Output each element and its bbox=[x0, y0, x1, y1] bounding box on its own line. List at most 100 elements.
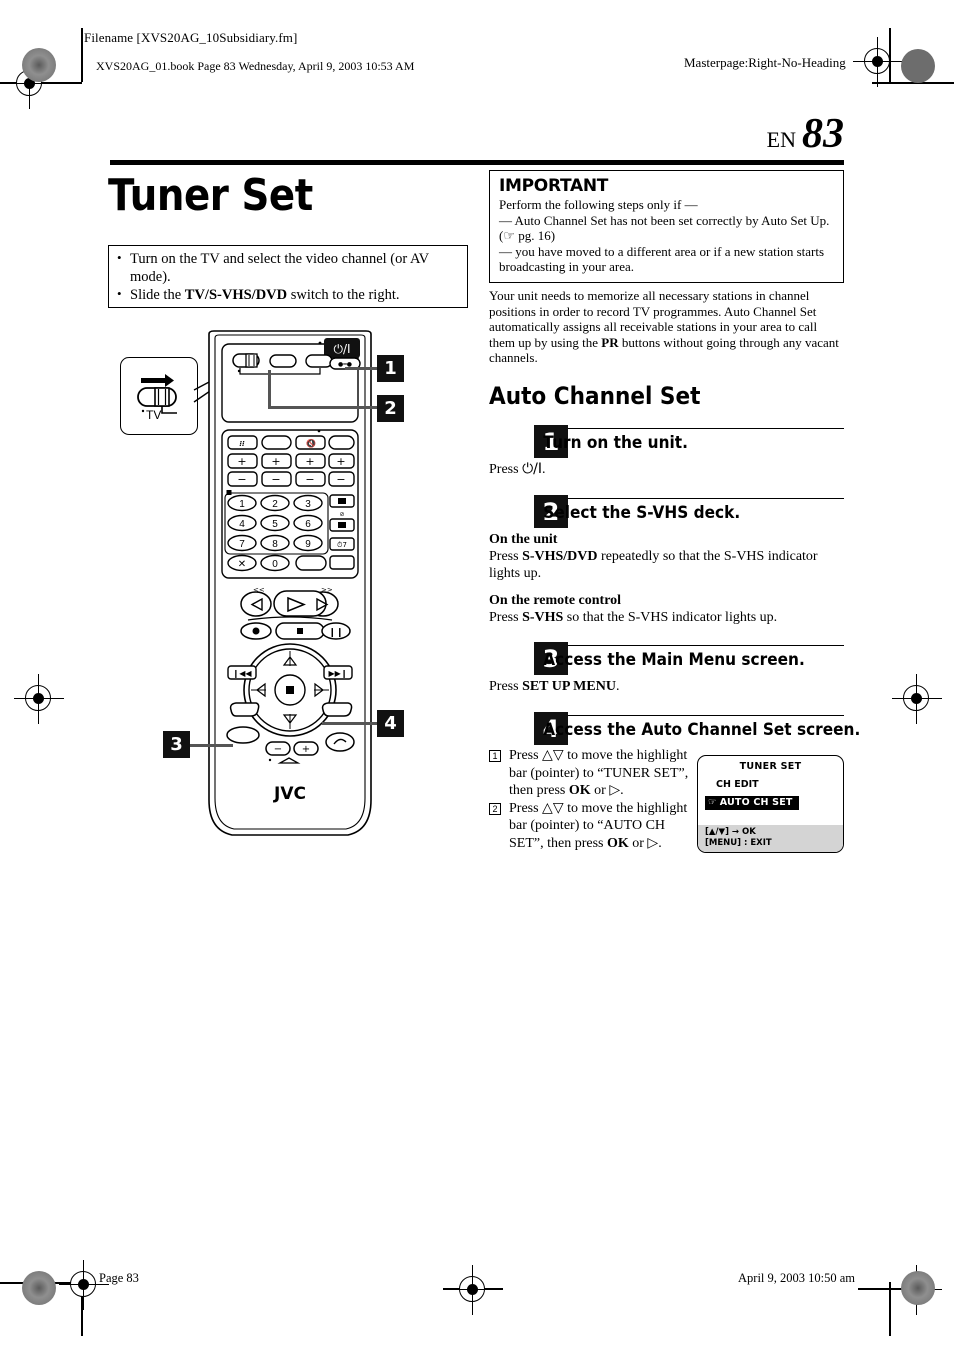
step-4-item2-post: or ▷. bbox=[628, 835, 662, 851]
header-bookline: XVS20AG_01.book Page 83 Wednesday, April… bbox=[96, 59, 415, 73]
prerequisite-note-box: Turn on the TV and select the video chan… bbox=[108, 245, 468, 308]
step-2-sub2-text: Press S-VHS so that the S-VHS indicator … bbox=[489, 609, 844, 626]
step-4-item1-post: or ▷. bbox=[590, 783, 624, 798]
page-language-code: EN bbox=[766, 127, 796, 152]
registration-mark-bottom-left-inner bbox=[59, 1260, 109, 1310]
step-2-sub1-text: Press S-VHS/DVD repeatedly so that the S… bbox=[489, 548, 844, 582]
section-heading: Auto Channel Set bbox=[489, 382, 701, 410]
registration-mark-bottom-center bbox=[448, 1265, 498, 1315]
step-4-sublist: 1 Press △▽ to move the highlight bar (poi… bbox=[489, 747, 689, 852]
registration-mark-left-middle bbox=[14, 674, 64, 724]
note-item-1: Turn on the TV and select the video chan… bbox=[117, 250, 459, 286]
step-3-body-bold: SET UP MENU bbox=[522, 679, 616, 694]
step-1-title: Turn on the unit. bbox=[543, 433, 688, 452]
svg-text:+: + bbox=[305, 455, 314, 468]
osd-row-auto-ch-set-highlighted[interactable]: ☞ AUTO CH SET bbox=[705, 796, 799, 810]
note-item-2-bold: TV/S-VHS/DVD bbox=[184, 287, 288, 304]
important-line-3: — you have moved to a different area or … bbox=[499, 243, 825, 275]
svg-text:2: 2 bbox=[272, 499, 278, 510]
page-number-block: EN 83 bbox=[766, 111, 844, 157]
step-2-sub2-pre: Press bbox=[489, 610, 523, 626]
svg-text:3: 3 bbox=[305, 499, 311, 510]
trim-line-right-vertical bbox=[889, 28, 891, 82]
note-item-2-post: switch to the right. bbox=[287, 287, 400, 304]
svg-text:7: 7 bbox=[239, 539, 245, 550]
svg-text:🔇: 🔇 bbox=[306, 438, 316, 448]
step-2-sub2-bold: S-VHS bbox=[522, 610, 564, 626]
trim-line-left-vertical bbox=[81, 28, 83, 82]
step-4-item2-bold: OK bbox=[606, 835, 629, 851]
step-3-body-post: . bbox=[615, 679, 620, 694]
svg-text:+: + bbox=[271, 455, 280, 468]
callout-marker-1: 1 bbox=[377, 355, 404, 382]
step-2-body: On the unit Press S-VHS/DVD repeatedly s… bbox=[489, 531, 844, 626]
important-line-2: — Auto Channel Set has not been set corr… bbox=[499, 213, 834, 244]
osd-title: TUNER SET bbox=[739, 761, 802, 772]
callout-marker-2: 2 bbox=[377, 395, 404, 422]
osd-footer: [▲/▼] → OK [MENU] : EXIT bbox=[698, 825, 843, 852]
callout-marker-4: 4 bbox=[377, 710, 404, 737]
svg-text:⏻/I: ⏻/I bbox=[333, 342, 350, 356]
svg-text:⊘: ⊘ bbox=[339, 511, 344, 518]
svg-text:0: 0 bbox=[272, 559, 278, 570]
step-3-body-pre: Press bbox=[489, 679, 523, 694]
callout-1-leader bbox=[345, 367, 377, 370]
page-number: 83 bbox=[802, 111, 844, 157]
svg-text:−: − bbox=[274, 744, 282, 755]
header-filename: Filename [XVS20AG_10Subsidiary.fm] bbox=[84, 30, 298, 45]
osd-footer-line-2: [MENU] : EXIT bbox=[705, 837, 772, 848]
svg-text:6: 6 bbox=[305, 519, 311, 530]
osd-row-ch-edit[interactable]: CH EDIT bbox=[716, 779, 843, 790]
page-ref-icon: ☞ bbox=[503, 228, 515, 244]
density-patch-bottom-right bbox=[901, 1271, 935, 1305]
osd-pointer-icon: ☞ bbox=[708, 797, 717, 808]
header-rule bbox=[110, 160, 844, 165]
step-1-body-post: . bbox=[541, 462, 546, 477]
density-patch-bottom-left bbox=[22, 1271, 56, 1305]
svg-text:+: + bbox=[302, 744, 310, 755]
osd-highlight-label: AUTO CH SET bbox=[719, 797, 793, 808]
svg-text:▶▶❙: ▶▶❙ bbox=[328, 669, 347, 678]
callout-4-leader bbox=[322, 722, 378, 725]
svg-text:✕: ✕ bbox=[238, 559, 246, 570]
step-4-sublist-item-1: 1 Press △▽ to move the highlight bar (poi… bbox=[489, 747, 689, 800]
important-line-1: Perform the following steps only if — bbox=[499, 197, 698, 212]
registration-mark-right-middle bbox=[892, 674, 942, 724]
svg-text:❙❙: ❙❙ bbox=[328, 628, 343, 638]
step-2-sub1-pre: Press bbox=[489, 549, 523, 565]
osd-footer-line-1: [▲/▼] → OK bbox=[705, 827, 756, 837]
step-2-sub2-post: so that the S-VHS indicator lights up. bbox=[563, 610, 778, 626]
step-4-item1-bold: OK bbox=[568, 783, 591, 798]
step-1-body-pre: Press bbox=[489, 462, 523, 477]
svg-text:JVC: JVC bbox=[273, 784, 306, 804]
callout-3-leader bbox=[187, 744, 233, 747]
step-4-title: Access the Auto Channel Set screen. bbox=[543, 720, 861, 739]
registration-mark-top-right-inner bbox=[853, 37, 903, 87]
density-patch-top-right bbox=[901, 49, 935, 83]
intro-bold-pr: PR bbox=[601, 334, 619, 350]
step-2-sub1-bold: S-VHS/DVD bbox=[522, 549, 598, 565]
power-symbol-icon: ⏻/I bbox=[522, 461, 542, 477]
svg-text:1: 1 bbox=[239, 499, 245, 510]
page-title: Tuner Set bbox=[108, 170, 313, 221]
svg-text:−: − bbox=[271, 473, 280, 486]
step-2-title: Select the S-VHS deck. bbox=[543, 503, 741, 522]
svg-text:4: 4 bbox=[239, 519, 245, 530]
svg-text:⁞⁞: ⁞⁞ bbox=[239, 440, 245, 448]
step-2: 2 Select the S-VHS deck. On the unit Pre… bbox=[489, 495, 844, 626]
callout-2-leader-horiz bbox=[268, 406, 378, 409]
trim-line-bottom-right-vertical bbox=[889, 1282, 891, 1336]
svg-text:5: 5 bbox=[272, 519, 278, 530]
important-box: IMPORTANT Perform the following steps on… bbox=[489, 170, 844, 283]
svg-text:−: − bbox=[237, 473, 246, 486]
step-4-marker-2: 2 bbox=[489, 802, 501, 815]
step-1-body: Press ⏻/I. bbox=[489, 461, 844, 478]
footer-page-label: Page 83 bbox=[99, 1271, 139, 1285]
step-1: 1 Turn on the unit. Press ⏻/I. bbox=[489, 425, 844, 478]
step-4-sublist-item-2: 2 Press △▽ to move the highlight bar (poi… bbox=[489, 800, 689, 853]
note-item-2: Slide the TV/S-VHS/DVD switch to the rig… bbox=[117, 286, 459, 305]
svg-text:+: + bbox=[237, 455, 246, 468]
footer-date: April 9, 2003 10:50 am bbox=[738, 1271, 856, 1285]
svg-text:9: 9 bbox=[305, 539, 311, 550]
svg-text:−: − bbox=[336, 473, 345, 486]
